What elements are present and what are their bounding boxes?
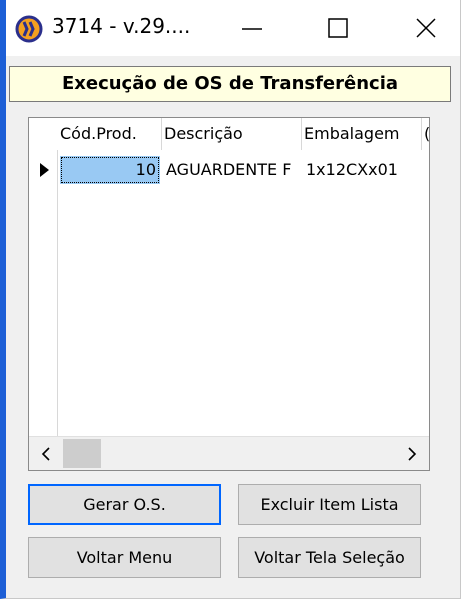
scroll-left-button[interactable] (29, 437, 63, 470)
back-to-selection-screen-button[interactable]: Voltar Tela Seleção (238, 537, 421, 578)
close-icon (416, 18, 436, 38)
column-header-code[interactable]: Cód.Prod. (58, 118, 162, 150)
horizontal-scrollbar[interactable] (29, 436, 429, 470)
minimize-button[interactable] (222, 6, 282, 50)
scroll-thumb[interactable] (63, 439, 101, 468)
column-header-extra[interactable]: ( (422, 118, 429, 150)
cell-packaging[interactable]: 1x12CXx01 (303, 156, 429, 184)
title-bar[interactable]: 3714 - v.29.... (6, 0, 460, 56)
scroll-right-button[interactable] (395, 437, 429, 470)
items-grid[interactable]: Cód.Prod. Descrição Embalagem ( 10 AGUAR… (28, 117, 430, 471)
back-to-menu-button[interactable]: Voltar Menu (28, 537, 221, 578)
app-window: 3714 - v.29.... Execução de OS de Transf… (0, 0, 461, 599)
minimize-icon (242, 28, 262, 30)
column-header-packaging[interactable]: Embalagem (302, 118, 422, 150)
generate-os-button[interactable]: Gerar O.S. (28, 484, 221, 525)
maximize-icon (328, 18, 348, 38)
chevron-right-icon (408, 447, 417, 461)
cell-description[interactable]: AGUARDENTE F (163, 156, 301, 184)
app-logo-icon (15, 15, 43, 43)
grid-header: Cód.Prod. Descrição Embalagem ( (29, 118, 429, 150)
current-row-arrow-icon (40, 163, 49, 177)
close-button[interactable] (396, 6, 456, 50)
window-title: 3714 - v.29.... (52, 14, 191, 38)
maximize-button[interactable] (308, 6, 368, 50)
delete-list-item-button[interactable]: Excluir Item Lista (238, 484, 421, 525)
column-header-description[interactable]: Descrição (162, 118, 302, 150)
page-title: Execução de OS de Transferência (9, 66, 451, 102)
cell-code[interactable]: 10 (60, 156, 160, 184)
table-row[interactable]: 10 AGUARDENTE F 1x12CXx01 (29, 156, 429, 184)
chevron-left-icon (41, 447, 50, 461)
